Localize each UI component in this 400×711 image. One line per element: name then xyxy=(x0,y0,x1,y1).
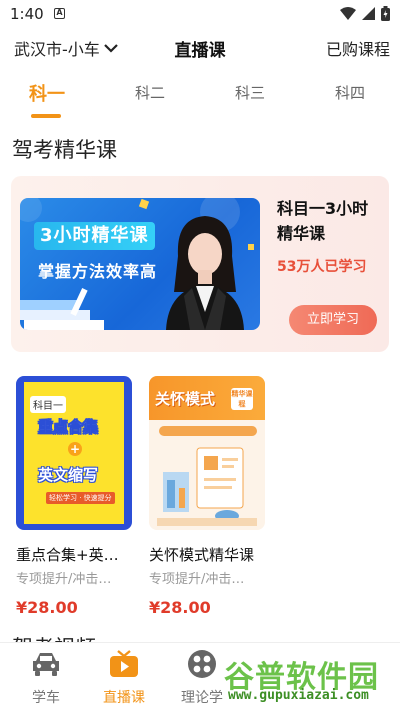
course-thumbnail[interactable]: 科目一 重点合集 + 英文缩写 轻松学习 · 快速提分 xyxy=(16,376,132,530)
course-name: 关怀模式精华课 xyxy=(149,546,255,564)
banner-subtitle: 掌握方法效率高 xyxy=(38,262,158,281)
thumbnail-line-1: 重点合集 xyxy=(38,418,99,437)
thumbnail-badge: 精华课程 xyxy=(231,388,253,410)
grid-icon xyxy=(188,650,216,678)
car-icon xyxy=(33,653,59,676)
course-price: ¥28.00 xyxy=(16,598,78,617)
section-title: 驾考精华课 xyxy=(12,138,117,162)
plus-icon: + xyxy=(68,442,82,456)
status-time: 1:40 xyxy=(10,5,44,23)
battery-icon xyxy=(381,6,390,21)
books-illustration xyxy=(20,288,104,330)
featured-banner[interactable]: 3小时精华课 掌握方法效率高 xyxy=(20,198,260,330)
watermark: 谷普软件园 www.gupuxiazai.com xyxy=(218,652,396,708)
course-price: ¥28.00 xyxy=(149,598,211,617)
course-description: 专项提升/冲击… xyxy=(149,572,245,587)
course-thumbnail[interactable]: 关怀模式 精华课程 xyxy=(149,376,265,530)
tab-subject-4[interactable]: 科四 xyxy=(315,82,385,103)
course-description: 专项提升/冲击… xyxy=(16,572,112,587)
thumbnail-subject-label: 科目一 xyxy=(30,396,66,413)
nav-item-live-course[interactable]: 直播课 xyxy=(84,643,164,711)
subject-tabs: 科一 科二 科三 科四 xyxy=(0,76,400,118)
tab-subject-3[interactable]: 科三 xyxy=(215,82,285,103)
course-name: 重点合集+英… xyxy=(16,546,119,564)
featured-student-count: 53万人已学习 xyxy=(277,259,367,275)
study-illustration xyxy=(157,447,257,526)
thumbnail-tags: 轻松学习 · 快速提分 xyxy=(46,492,115,504)
featured-course-card[interactable]: 3小时精华课 掌握方法效率高 科目一3小时精华课 53万人已学习 立即学习 xyxy=(11,176,389,352)
nav-label: 直播课 xyxy=(103,690,145,706)
nav-item-learn-driving[interactable]: 学车 xyxy=(6,643,86,711)
status-icons xyxy=(340,6,390,21)
tab-subject-1[interactable]: 科一 xyxy=(12,80,82,106)
wifi-icon xyxy=(340,7,356,20)
instructor-photo xyxy=(166,216,244,330)
header: 武汉市-小车 直播课 已购课程 xyxy=(0,30,400,66)
purchased-courses-link[interactable]: 已购课程 xyxy=(326,36,390,60)
status-bar: 1:40 A xyxy=(0,0,400,28)
thumbnail-line-2: 英文缩写 xyxy=(38,466,99,484)
active-tab-indicator xyxy=(31,114,61,118)
start-learning-button[interactable]: 立即学习 xyxy=(289,305,377,335)
featured-course-title: 科目一3小时精华课 xyxy=(277,199,369,243)
tv-icon xyxy=(110,650,138,677)
nav-label: 学车 xyxy=(32,690,60,706)
banner-title: 3小时精华课 xyxy=(34,222,155,250)
tab-subject-2[interactable]: 科二 xyxy=(115,82,185,103)
thumbnail-strip xyxy=(159,426,257,436)
notification-icon: A xyxy=(54,8,65,19)
thumbnail-title: 关怀模式 xyxy=(155,390,216,408)
signal-icon xyxy=(362,7,375,20)
watermark-url: www.gupuxiazai.com xyxy=(228,688,369,703)
